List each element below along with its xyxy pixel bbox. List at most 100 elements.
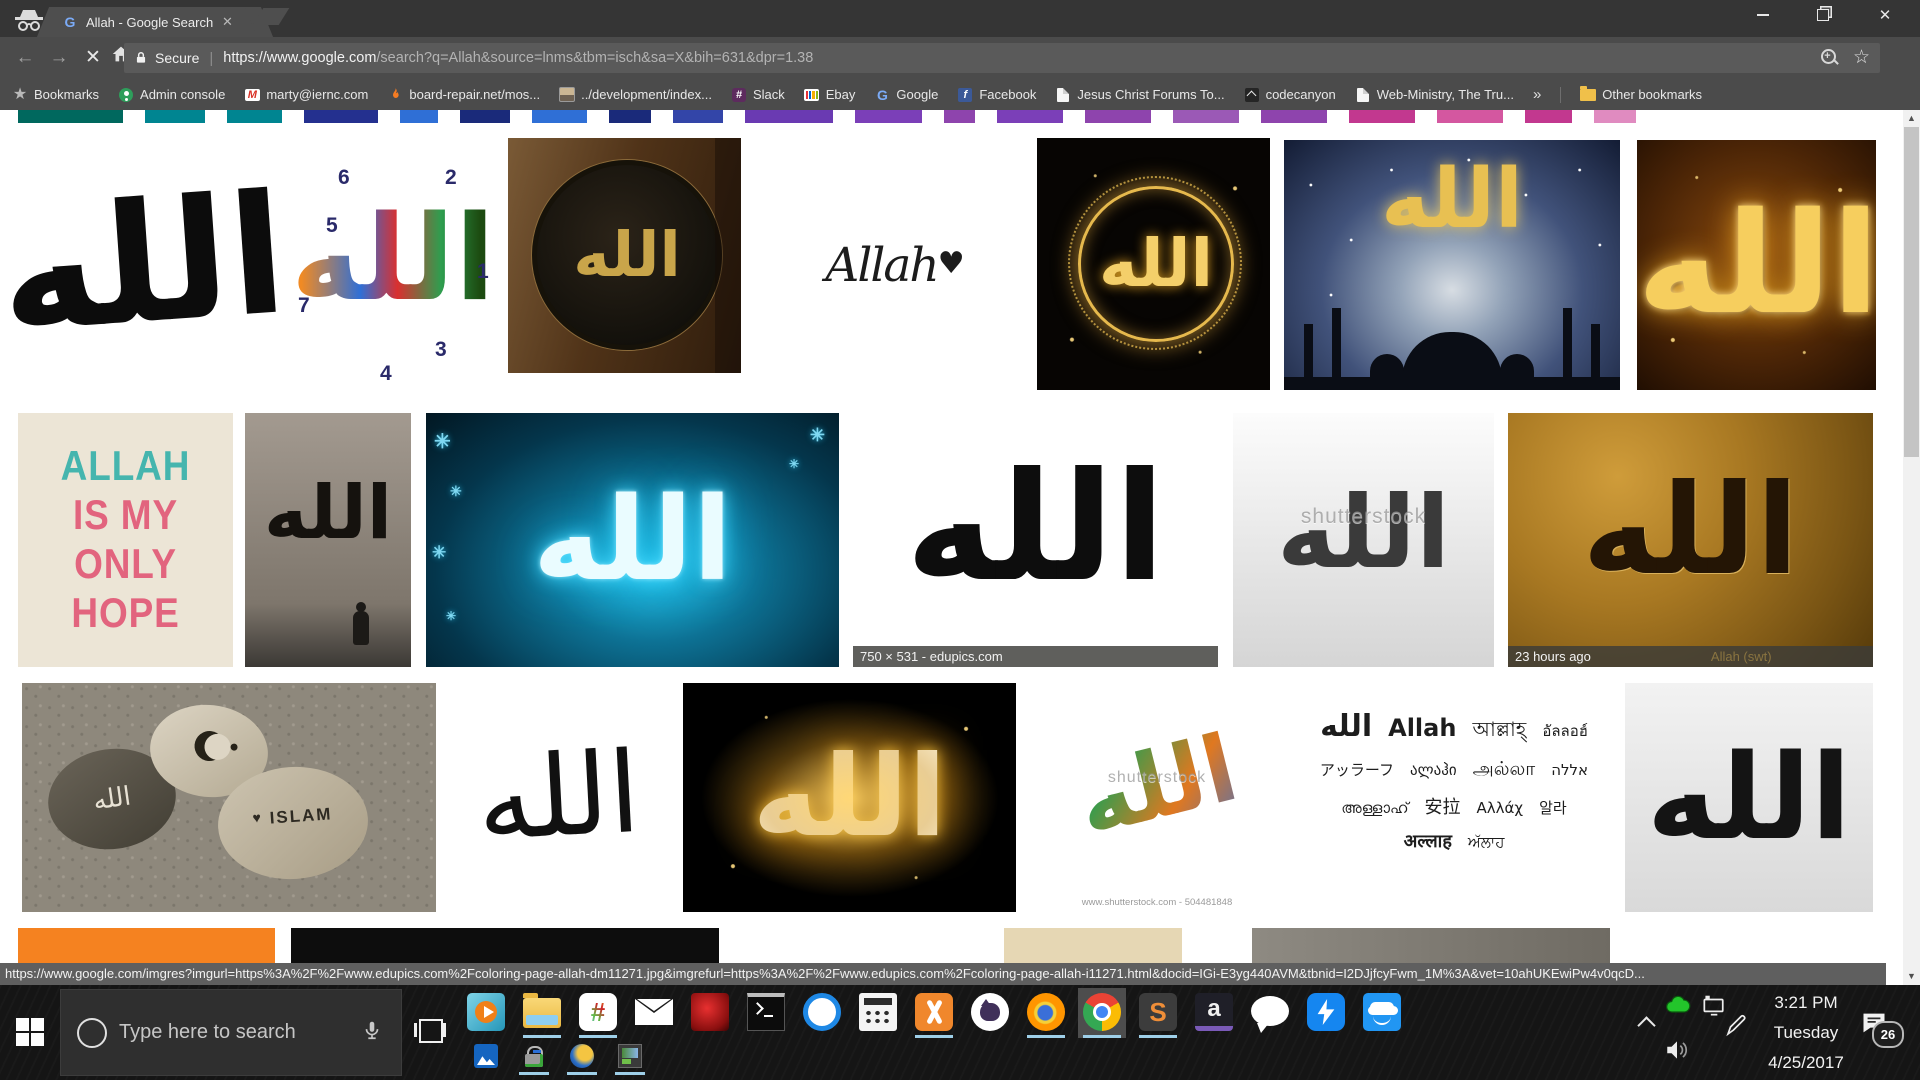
color-chip[interactable] — [745, 110, 833, 123]
taskbar-app-a[interactable]: a — [1190, 988, 1238, 1038]
color-chip[interactable] — [1085, 110, 1151, 123]
scroll-down-arrow[interactable]: ▼ — [1903, 968, 1920, 985]
scroll-thumb[interactable] — [1904, 127, 1919, 457]
color-chip[interactable] — [673, 110, 723, 123]
taskbar-app-red-dragon[interactable] — [686, 988, 734, 1038]
window-restore-button[interactable] — [1800, 0, 1846, 30]
image-result-colorful-shutterstock[interactable]: الله shutterstock www.shutterstock.com -… — [1031, 683, 1283, 912]
image-result-studio-gray[interactable]: الله — [1625, 683, 1873, 912]
taskbar-app-photos-small[interactable] — [470, 1042, 502, 1075]
taskbar-app-cloud[interactable] — [1358, 988, 1406, 1038]
tray-volume-icon[interactable] — [1664, 1037, 1690, 1068]
color-chip[interactable] — [997, 110, 1063, 123]
taskbar-app-globe[interactable] — [566, 1042, 598, 1075]
zoom-icon[interactable]: + — [1821, 49, 1839, 67]
image-result-script-allah[interactable]: Allah♥ — [759, 138, 1029, 390]
taskbar-app-calculator[interactable] — [854, 988, 902, 1038]
color-chip[interactable] — [400, 110, 438, 123]
action-center-icon[interactable]: 26 — [1860, 1009, 1890, 1039]
image-result-shutterstock-gray[interactable]: الله shutterstock — [1233, 413, 1494, 667]
address-bar[interactable]: Secure | https://www.google.com /search?… — [124, 43, 1880, 73]
taskbar-clock[interactable]: 3:21 PM Tuesday 4/25/2017 — [1745, 988, 1867, 1078]
taskbar-app-chrome[interactable] — [1078, 988, 1126, 1038]
image-result-partial-orange[interactable] — [18, 928, 275, 963]
taskbar-app-command-prompt[interactable] — [742, 988, 790, 1038]
color-chip[interactable] — [1594, 110, 1636, 123]
color-chip[interactable] — [304, 110, 378, 123]
bookmark-google[interactable]: GGoogle — [874, 87, 938, 103]
image-result-hope-poster[interactable]: ALLAH IS MY ONLY HOPE — [18, 413, 233, 667]
task-view-button[interactable] — [414, 1017, 446, 1043]
bookmark-facebook[interactable]: fFacebook — [957, 87, 1036, 103]
taskbar-app-firefox[interactable] — [1022, 988, 1070, 1038]
other-bookmarks-button[interactable]: Other bookmarks — [1580, 87, 1702, 103]
bookmark-star-icon[interactable]: ☆ — [1853, 49, 1870, 67]
bookmark-gmail[interactable]: Mmarty@iernc.com — [244, 87, 368, 103]
bookmarks-overflow-chevron[interactable]: » — [1533, 86, 1541, 103]
bookmark-board-repair[interactable]: board-repair.net/mos... — [387, 87, 540, 103]
image-result-medallion[interactable]: الله — [508, 138, 741, 373]
color-chip[interactable] — [855, 110, 922, 123]
taskbar-app-sync-lock[interactable] — [518, 1042, 550, 1075]
taskbar-app-xampp[interactable] — [910, 988, 958, 1038]
taskbar-app-slack[interactable]: # — [574, 988, 622, 1038]
image-result-partial-black[interactable] — [291, 928, 719, 963]
bookmark-admin-console[interactable]: Admin console — [118, 87, 225, 103]
bookmark-codecanyon[interactable]: codecanyon — [1244, 87, 1336, 103]
color-chip[interactable] — [145, 110, 205, 123]
bookmark-slack[interactable]: #Slack — [731, 87, 785, 103]
bookmark-development-index[interactable]: ../development/index... — [559, 87, 712, 103]
image-result-rust-gold[interactable]: الله 23 hours agoAllah (swt) — [1508, 413, 1873, 667]
microphone-icon[interactable] — [361, 1019, 383, 1046]
image-result-partial-stone[interactable] — [1252, 928, 1610, 963]
taskbar-search-box[interactable]: Type here to search — [60, 989, 402, 1076]
taskbar-app-image-viewer[interactable] — [614, 1042, 646, 1075]
image-result-mosque-night[interactable]: الله — [1284, 140, 1620, 390]
bookmark-web-ministry[interactable]: Web-Ministry, The Tru... — [1355, 87, 1514, 103]
forward-button[interactable]: → — [46, 45, 72, 71]
image-result-glowing-black[interactable]: الله — [683, 683, 1016, 912]
color-chip[interactable] — [1261, 110, 1327, 123]
back-button[interactable]: ← — [12, 45, 38, 71]
scrollbar[interactable]: ▲ ▼ — [1903, 110, 1920, 985]
tab-close-icon[interactable]: ✕ — [222, 14, 233, 30]
window-close-button[interactable]: ✕ — [1862, 0, 1908, 30]
taskbar-app-movies-tv[interactable] — [462, 988, 510, 1038]
color-chip[interactable] — [944, 110, 975, 123]
color-chip[interactable] — [460, 110, 510, 123]
color-chip[interactable] — [1173, 110, 1239, 123]
tray-network-icon[interactable] — [1700, 993, 1726, 1024]
taskbar-app-messenger[interactable] — [1302, 988, 1350, 1038]
color-chip[interactable] — [532, 110, 587, 123]
taskbar-app-sublime[interactable]: S — [1134, 988, 1182, 1038]
start-button[interactable] — [16, 1018, 44, 1046]
color-chip[interactable] — [18, 110, 123, 123]
tray-chevron-up-icon[interactable] — [1637, 1016, 1655, 1034]
image-result-gold-3d[interactable]: الله — [1637, 140, 1876, 390]
tray-green-cloud-icon[interactable] — [1664, 991, 1692, 1024]
image-result-edupics[interactable]: الله 750 × 531 - edupics.com — [853, 413, 1218, 667]
image-result-handwritten[interactable]: الله — [450, 683, 667, 912]
image-result-numbered-strokes[interactable]: الله 1 2 3 4 5 6 7 — [284, 138, 502, 390]
image-result-black-calligraphy[interactable]: الله — [0, 138, 282, 390]
scroll-up-arrow[interactable]: ▲ — [1903, 110, 1920, 127]
bookmark-ebay[interactable]: Ebay — [804, 87, 856, 103]
color-chip[interactable] — [227, 110, 282, 123]
taskbar-app-blue-circle[interactable] — [798, 988, 846, 1038]
image-result-islam-stones[interactable]: الله ♥ ISLAM — [22, 683, 436, 912]
taskbar-app-mail[interactable] — [630, 988, 678, 1038]
image-result-gold-glitter-ring[interactable]: الله — [1037, 138, 1270, 390]
bookmark-bookmarks[interactable]: ★Bookmarks — [12, 87, 99, 103]
taskbar-app-chat[interactable] — [1246, 988, 1294, 1038]
taskbar-app-github[interactable] — [966, 988, 1014, 1038]
image-result-languages[interactable]: اللهAllahআল্লাহ্อัลลอฮ์アッラーフალაჰიஅல்லாאל… — [1298, 683, 1610, 912]
stop-button[interactable]: ✕ — [80, 45, 106, 71]
color-chip[interactable] — [1437, 110, 1503, 123]
browser-tab[interactable]: G Allah - Google Search ✕ — [52, 7, 258, 37]
taskbar-app-file-explorer[interactable] — [518, 988, 566, 1038]
image-result-wall-calligraphy[interactable]: الله — [245, 413, 411, 667]
window-minimize-button[interactable] — [1740, 0, 1786, 30]
image-result-partial-tan[interactable] — [1004, 928, 1182, 963]
image-result-blue-glow[interactable]: ✳ ✳ ✳ ✳ ✳ ✳ الله — [426, 413, 839, 667]
color-chip[interactable] — [1349, 110, 1415, 123]
